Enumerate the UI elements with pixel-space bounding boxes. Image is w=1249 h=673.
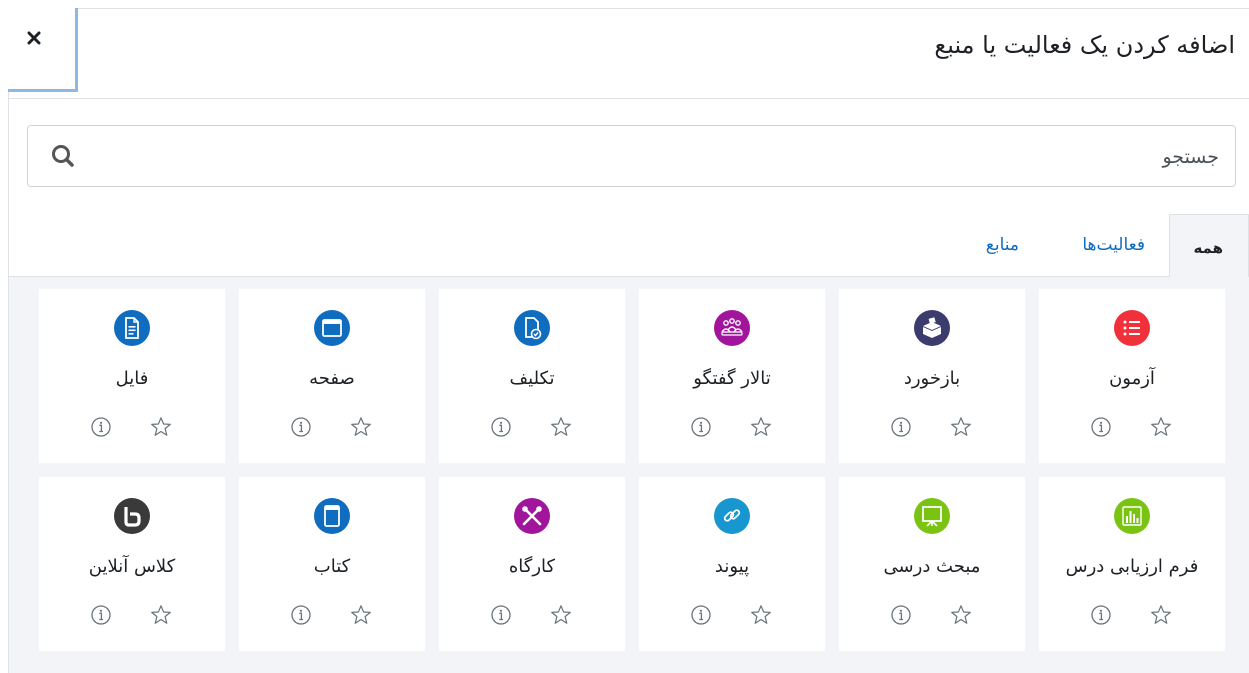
activity-label: کارگاه: [508, 556, 556, 577]
info-icon[interactable]: [1090, 416, 1112, 442]
star-outline-icon[interactable]: [549, 415, 573, 443]
star-outline-icon[interactable]: [349, 603, 373, 631]
quiz-list-icon: [1114, 310, 1150, 346]
info-icon[interactable]: [90, 416, 112, 442]
info-icon[interactable]: [290, 604, 312, 630]
activity-card[interactable]: فایل: [39, 289, 225, 463]
info-icon[interactable]: [690, 604, 712, 630]
star-outline-icon[interactable]: [749, 415, 773, 443]
tab-all-label: همه: [1193, 239, 1223, 257]
tab-activities[interactable]: فعالیت‌ها: [1037, 214, 1157, 277]
info-icon[interactable]: [90, 604, 112, 630]
workshop-tools-icon: [514, 498, 550, 534]
star-outline-icon[interactable]: [1149, 415, 1173, 443]
search-box: [27, 125, 1236, 188]
star-outline-icon[interactable]: [749, 603, 773, 631]
close-button[interactable]: [8, 8, 78, 92]
book-icon: [314, 498, 350, 534]
activity-label: پیوند: [714, 556, 750, 577]
star-outline-icon[interactable]: [149, 603, 173, 631]
star-outline-icon[interactable]: [349, 415, 373, 443]
bigbluebutton-icon: [114, 498, 150, 534]
star-outline-icon[interactable]: [549, 603, 573, 631]
page-window-icon: [314, 310, 350, 346]
close-icon: [27, 31, 41, 45]
lesson-presentation-icon: [914, 498, 950, 534]
activity-label: فرم ارزیابی درس: [1065, 556, 1199, 577]
activity-card[interactable]: آزمون: [1039, 289, 1225, 463]
activity-label: صفحه: [309, 368, 355, 389]
activity-grid: آزمون بازخورد تالار گفتگو تکلیف صفحه فایل فرم …: [9, 277, 1249, 673]
info-icon[interactable]: [490, 604, 512, 630]
activity-card[interactable]: کلاس آنلاین: [39, 477, 225, 651]
activity-label: مبحث درسی: [883, 556, 981, 577]
activity-label: بازخورد: [903, 368, 961, 389]
info-icon[interactable]: [890, 604, 912, 630]
file-document-icon: [114, 310, 150, 346]
activity-card[interactable]: صفحه: [239, 289, 425, 463]
tab-resources-label: منابع: [985, 235, 1019, 255]
dialog-title: اضافه کردن یک فعالیت یا منبع: [934, 31, 1235, 59]
activity-card[interactable]: کتاب: [239, 477, 425, 651]
activity-card[interactable]: تکلیف: [439, 289, 625, 463]
star-outline-icon[interactable]: [1149, 603, 1173, 631]
star-outline-icon[interactable]: [149, 415, 173, 443]
activity-card[interactable]: پیوند: [639, 477, 825, 651]
survey-chart-icon: [1114, 498, 1150, 534]
url-link-icon: [714, 498, 750, 534]
tab-resources[interactable]: منابع: [921, 214, 1031, 277]
activity-card[interactable]: تالار گفتگو: [639, 289, 825, 463]
feedback-box-icon: [914, 310, 950, 346]
activity-label: کلاس آنلاین: [88, 556, 176, 577]
dialog-header: اضافه کردن یک فعالیت یا منبع: [8, 8, 1249, 99]
star-outline-icon[interactable]: [949, 415, 973, 443]
search-input[interactable]: [88, 126, 1221, 188]
activity-label: تکلیف: [509, 368, 555, 389]
add-activity-dialog: اضافه کردن یک فعالیت یا منبع همه فعالیت‌…: [8, 8, 1249, 673]
activity-label: فایل: [115, 368, 149, 389]
assignment-file-check-icon: [514, 310, 550, 346]
activity-card[interactable]: مبحث درسی: [839, 477, 1025, 651]
activity-card[interactable]: کارگاه: [439, 477, 625, 651]
tab-all[interactable]: همه: [1169, 214, 1249, 277]
info-icon[interactable]: [490, 416, 512, 442]
category-tabs: همه فعالیت‌ها منابع: [9, 214, 1249, 277]
info-icon[interactable]: [890, 416, 912, 442]
activity-label: تالار گفتگو: [693, 368, 771, 389]
star-outline-icon[interactable]: [949, 603, 973, 631]
activity-label: آزمون: [1109, 368, 1155, 389]
forum-people-icon: [714, 310, 750, 346]
search-icon[interactable]: [50, 143, 76, 169]
info-icon[interactable]: [290, 416, 312, 442]
activity-card[interactable]: فرم ارزیابی درس: [1039, 477, 1225, 651]
activity-card[interactable]: بازخورد: [839, 289, 1025, 463]
activity-label: کتاب: [313, 556, 351, 577]
info-icon[interactable]: [1090, 604, 1112, 630]
tab-activities-label: فعالیت‌ها: [1082, 235, 1145, 255]
info-icon[interactable]: [690, 416, 712, 442]
